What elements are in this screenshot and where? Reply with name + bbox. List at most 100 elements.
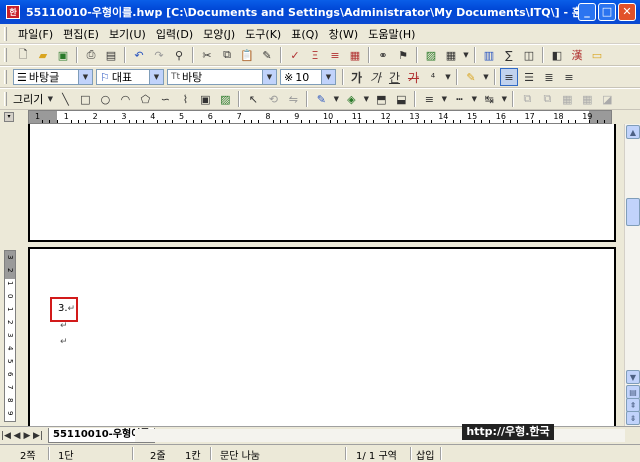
- insert-table-icon[interactable]: ▦: [442, 46, 460, 64]
- flip-icon[interactable]: ⇋: [284, 90, 302, 108]
- strikethrough-button[interactable]: 가: [405, 68, 422, 86]
- style-combo[interactable]: ☰ 바탕글 ▼: [13, 69, 93, 85]
- align-center-icon[interactable]: ≣: [540, 68, 558, 86]
- horizontal-ruler[interactable]: 1 1 2 3 4 5 6 7 8 9 10 11 12 13 14 15 16 17 18 19: [28, 110, 612, 124]
- text-effect-dropdown-icon[interactable]: ▼: [444, 68, 452, 86]
- dash-style-icon[interactable]: ┅: [450, 90, 468, 108]
- chevron-down-icon[interactable]: ▼: [78, 70, 92, 84]
- menu-format[interactable]: 모양(J): [198, 26, 240, 42]
- menu-edit[interactable]: 편집(E): [58, 26, 104, 42]
- toolbar-grip[interactable]: [4, 26, 7, 41]
- title-bar[interactable]: 한 55110010-우형이를.hwp [C:\Documents and Se…: [0, 0, 640, 24]
- scroll-down-icon[interactable]: ▼: [626, 370, 640, 384]
- chevron-down-icon[interactable]: ▼: [262, 70, 276, 84]
- undo-icon[interactable]: ↶: [130, 46, 148, 64]
- arrow-style-dropdown-icon[interactable]: ▼: [500, 90, 508, 108]
- prev-page-icon[interactable]: ⇞: [626, 398, 640, 412]
- maximize-button[interactable]: □: [598, 3, 616, 21]
- curve-tool-icon[interactable]: ∽: [156, 90, 174, 108]
- align-objects-icon[interactable]: ▦: [558, 90, 576, 108]
- next-page-icon[interactable]: ⇟: [626, 411, 640, 425]
- style-icon[interactable]: ▦: [346, 46, 364, 64]
- fill-color-dropdown-icon[interactable]: ▼: [362, 90, 370, 108]
- hwp-app-icon[interactable]: 한: [6, 5, 20, 19]
- paragraph-number[interactable]: 3.↵: [58, 303, 75, 314]
- spell-check-icon[interactable]: ✓: [286, 46, 304, 64]
- chevron-down-icon[interactable]: ▼: [321, 70, 335, 84]
- hanja-icon[interactable]: 漢: [568, 46, 586, 64]
- find-icon[interactable]: ⚲: [170, 46, 188, 64]
- document-workspace[interactable]: [0, 124, 624, 426]
- insert-equation-icon[interactable]: ∑: [500, 46, 518, 64]
- distribute-objects-icon[interactable]: ▦: [578, 90, 596, 108]
- group-icon[interactable]: ⧉: [518, 90, 536, 108]
- draw-dropdown-icon[interactable]: ▼: [46, 90, 54, 108]
- para-shape-icon[interactable]: ≡: [326, 46, 344, 64]
- print-preview-icon[interactable]: ▤: [102, 46, 120, 64]
- font-size-combo[interactable]: ※ 10 ▼: [280, 69, 336, 85]
- copy-icon[interactable]: ⧉: [218, 46, 236, 64]
- insert-shape-icon[interactable]: ◫: [520, 46, 538, 64]
- rectangle-tool-icon[interactable]: □: [76, 90, 94, 108]
- last-tab-icon[interactable]: ▶|: [32, 431, 44, 441]
- align-left-icon[interactable]: ☰: [520, 68, 538, 86]
- close-button[interactable]: ✕: [618, 3, 636, 21]
- multi-column-icon[interactable]: ◧: [548, 46, 566, 64]
- cut-icon[interactable]: ✂: [198, 46, 216, 64]
- page-1[interactable]: [28, 124, 616, 242]
- menu-table[interactable]: 표(Q): [286, 26, 323, 42]
- line-style-icon[interactable]: ≡: [420, 90, 438, 108]
- vertical-scrollbar[interactable]: ▲ ▼ ▤ ⇞ ⇟: [624, 124, 640, 426]
- arc-tool-icon[interactable]: ◠: [116, 90, 134, 108]
- fill-color-icon[interactable]: ◈: [342, 90, 360, 108]
- table-dropdown-icon[interactable]: ▼: [462, 46, 470, 64]
- menu-window[interactable]: 창(W): [324, 26, 364, 42]
- hyperlink-icon[interactable]: ⚭: [374, 46, 392, 64]
- select-arrow-icon[interactable]: ↖: [244, 90, 262, 108]
- ruler-corner-icon[interactable]: ▾: [4, 112, 14, 122]
- bring-front-icon[interactable]: ⬒: [372, 90, 390, 108]
- textbox-tool-icon[interactable]: ▣: [196, 90, 214, 108]
- freehand-tool-icon[interactable]: ⌇: [176, 90, 194, 108]
- justify-icon[interactable]: ≡: [500, 68, 518, 86]
- send-back-icon[interactable]: ⬓: [392, 90, 410, 108]
- dash-style-dropdown-icon[interactable]: ▼: [470, 90, 478, 108]
- rotate-icon[interactable]: ⟲: [264, 90, 282, 108]
- superscript-icon[interactable]: ⁴: [424, 68, 442, 86]
- format-painter-icon[interactable]: ✎: [258, 46, 276, 64]
- chevron-down-icon[interactable]: ▼: [149, 70, 163, 84]
- toolbar-grip[interactable]: [4, 92, 7, 106]
- menu-help[interactable]: 도움말(H): [363, 26, 420, 42]
- draw-menu[interactable]: 그리기: [13, 91, 43, 107]
- line-style-dropdown-icon[interactable]: ▼: [440, 90, 448, 108]
- ellipse-tool-icon[interactable]: ○: [96, 90, 114, 108]
- prev-tab-icon[interactable]: ◀: [12, 431, 22, 441]
- arrow-style-icon[interactable]: ↹: [480, 90, 498, 108]
- highlight-dropdown-icon[interactable]: ▼: [482, 68, 490, 86]
- toolbar-grip[interactable]: [4, 70, 7, 84]
- minimize-button[interactable]: _: [578, 3, 596, 21]
- scroll-up-icon[interactable]: ▲: [626, 125, 640, 139]
- memo-icon[interactable]: ▭: [588, 46, 606, 64]
- highlight-icon[interactable]: ✎: [462, 68, 480, 86]
- underline-button[interactable]: 간: [386, 68, 403, 86]
- bookmark-icon[interactable]: ⚑: [394, 46, 412, 64]
- insert-chart-icon[interactable]: ▥: [480, 46, 498, 64]
- scroll-thumb[interactable]: [626, 198, 640, 226]
- italic-button[interactable]: 가: [367, 68, 384, 86]
- font-combo[interactable]: Tt 바탕 ▼: [167, 69, 277, 85]
- new-document-icon[interactable]: 🗋: [14, 46, 32, 64]
- vertical-ruler[interactable]: 3 2 1 0 1 2 3 4 5 6 7 8 9: [4, 250, 16, 422]
- line-color-icon[interactable]: ✎: [312, 90, 330, 108]
- next-tab-icon[interactable]: ▶: [22, 431, 32, 441]
- menu-insert[interactable]: 입력(D): [151, 26, 198, 42]
- menu-view[interactable]: 보기(U): [104, 26, 151, 42]
- toolbar-grip[interactable]: [4, 48, 7, 62]
- status-mode[interactable]: 삽입: [416, 447, 434, 462]
- align-right-icon[interactable]: ≡: [560, 68, 578, 86]
- page-icon[interactable]: ▤: [626, 385, 640, 399]
- picture-tool-icon[interactable]: ▨: [216, 90, 234, 108]
- paste-icon[interactable]: 📋: [238, 46, 256, 64]
- print-icon[interactable]: ⎙: [82, 46, 100, 64]
- language-combo[interactable]: ⚐ 대표 ▼: [96, 69, 164, 85]
